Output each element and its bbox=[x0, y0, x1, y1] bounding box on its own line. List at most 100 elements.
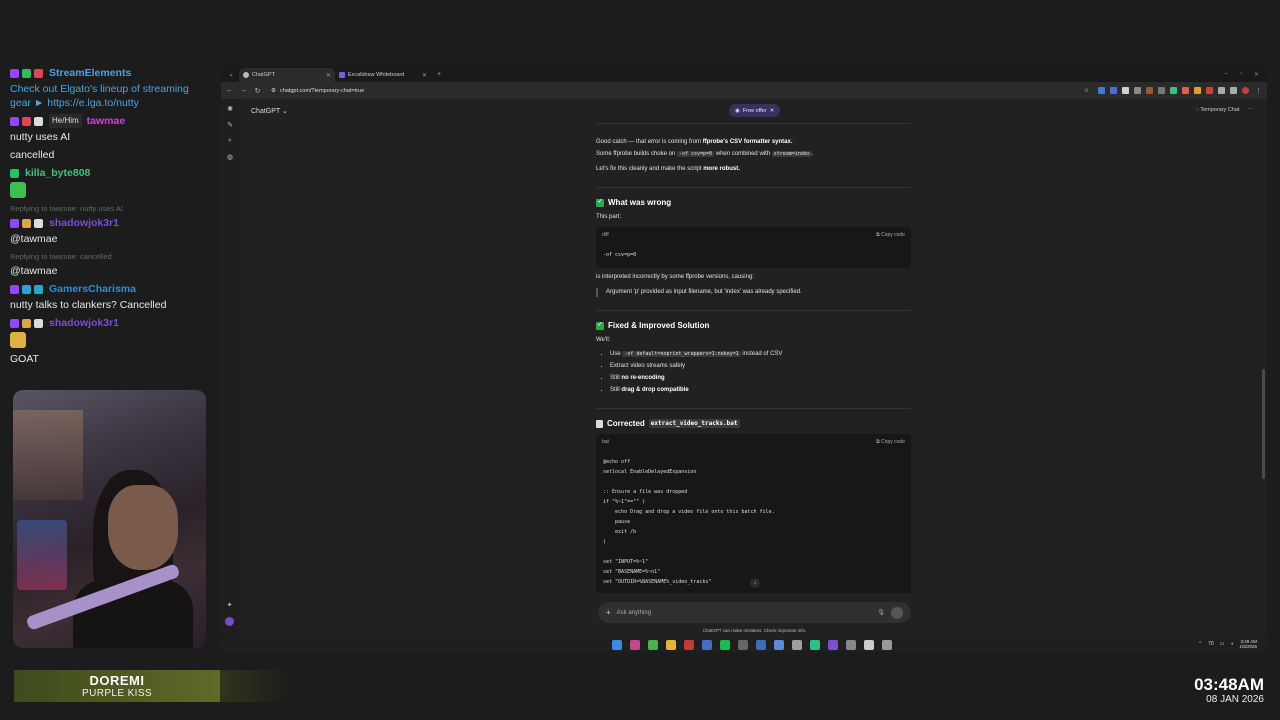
offer-icon: ◉ bbox=[735, 107, 740, 114]
puzzle-icon[interactable] bbox=[1218, 87, 1225, 94]
chat-username[interactable]: shadowjok3r1 bbox=[49, 316, 119, 330]
blockquote: Argument 'p' provided as input filename,… bbox=[596, 288, 911, 297]
openai-logo-icon[interactable]: ✺ bbox=[227, 105, 233, 113]
extension-icon[interactable] bbox=[1170, 87, 1177, 94]
chat-username[interactable]: GamersCharisma bbox=[49, 282, 136, 296]
app-icon[interactable] bbox=[738, 640, 748, 650]
stream-chat: StreamElements Check out Elgato's lineup … bbox=[10, 66, 210, 386]
app-icon[interactable] bbox=[846, 640, 856, 650]
chat-username[interactable]: killa_byte808 bbox=[25, 166, 90, 180]
copy-code-button[interactable]: ⧉ Copy code bbox=[876, 438, 905, 447]
browser-window: ⌄ ChatGPT ✕ Excalidraw Whiteboard ✕ + – … bbox=[221, 66, 1267, 638]
app-icon[interactable] bbox=[828, 640, 838, 650]
clock-date: 08 JAN 2026 bbox=[1206, 694, 1264, 705]
model-selector[interactable]: ChatGPT ⌄ bbox=[251, 107, 288, 115]
now-playing: DOREMI PURPLE KISS bbox=[14, 670, 220, 702]
close-tab-icon[interactable]: ✕ bbox=[326, 72, 331, 79]
extension-icon[interactable] bbox=[1194, 87, 1201, 94]
chatgpt-app: ✺ ✎ ⌕ ◍ ✦ ChatGPT ⌄ ◉ Free offer ✕ ◌ Tem… bbox=[221, 99, 1267, 638]
code-language: diff bbox=[602, 232, 609, 238]
network-icon[interactable]: ▭ bbox=[1220, 641, 1225, 647]
extension-icon[interactable] bbox=[1122, 87, 1129, 94]
close-icon[interactable]: ✕ bbox=[770, 108, 775, 114]
list-item: Still no re-encoding bbox=[610, 374, 911, 383]
chat-badge-icon bbox=[10, 116, 19, 126]
extension-icon[interactable] bbox=[1158, 87, 1165, 94]
app-icon[interactable] bbox=[774, 640, 784, 650]
library-icon[interactable]: ◍ bbox=[227, 153, 233, 161]
chat-badge-icon bbox=[10, 284, 19, 294]
download-icon[interactable] bbox=[1230, 87, 1237, 94]
tray-clock[interactable]: 3:48 AM 1/8/2026 bbox=[1239, 639, 1257, 649]
song-title: DOREMI bbox=[89, 673, 145, 688]
forward-icon[interactable]: → bbox=[239, 86, 248, 95]
response-paragraph: This part: bbox=[596, 214, 622, 220]
free-offer-pill[interactable]: ◉ Free offer ✕ bbox=[729, 104, 781, 117]
site-info-icon[interactable]: ⚙ bbox=[271, 88, 276, 94]
chat-badge-icon bbox=[22, 68, 31, 78]
app-icon[interactable] bbox=[882, 640, 892, 650]
app-icon[interactable] bbox=[684, 640, 694, 650]
start-icon[interactable] bbox=[612, 640, 622, 650]
stream-clock: 03:48AM 08 JAN 2026 bbox=[1194, 676, 1264, 706]
scrollbar[interactable] bbox=[1262, 369, 1265, 479]
app-icon[interactable] bbox=[864, 640, 874, 650]
chat-message-header: shadowjok3r1 bbox=[10, 316, 210, 330]
chat-message-text: @tawmae bbox=[10, 265, 58, 277]
prompt-input[interactable]: Ask anything bbox=[617, 610, 872, 616]
close-tab-icon[interactable]: ✕ bbox=[422, 72, 427, 79]
volume-icon[interactable]: ◖ bbox=[1230, 641, 1233, 647]
assistant-message: Good catch — that error is coming from f… bbox=[596, 123, 911, 593]
tray-overflow-icon[interactable]: ⌃ bbox=[1198, 641, 1202, 647]
chat-username[interactable]: shadowjok3r1 bbox=[49, 216, 119, 230]
app-icon[interactable] bbox=[630, 640, 640, 650]
spotify-icon[interactable] bbox=[720, 640, 730, 650]
response-paragraph: Good catch — that error is coming from f… bbox=[596, 139, 793, 145]
chrome-icon[interactable] bbox=[648, 640, 658, 650]
new-chat-icon[interactable]: ✎ bbox=[227, 121, 233, 129]
temp-chat-toggle[interactable]: ◌ Temporary Chat ⋯ bbox=[1196, 107, 1253, 113]
back-icon[interactable]: ← bbox=[225, 86, 234, 95]
search-icon[interactable]: ⌕ bbox=[228, 137, 232, 145]
extension-icon[interactable] bbox=[1098, 87, 1105, 94]
chat-username[interactable]: StreamElements bbox=[49, 66, 131, 80]
extension-icon[interactable] bbox=[1110, 87, 1117, 94]
chat-username[interactable]: tawmae bbox=[87, 114, 126, 128]
add-attachment-icon[interactable]: + bbox=[606, 608, 611, 617]
new-tab-icon[interactable]: + bbox=[433, 68, 445, 80]
address-bar[interactable]: ⚙ chatgpt.com/?temporary-chat=true ☆ bbox=[267, 84, 1093, 97]
menu-kebab-icon[interactable]: ⋮ bbox=[1254, 86, 1263, 95]
extension-icon[interactable] bbox=[1182, 87, 1189, 94]
copy-icon: ⧉ bbox=[876, 232, 880, 238]
app-icon[interactable] bbox=[810, 640, 820, 650]
maximize-icon[interactable]: ▫ bbox=[1240, 71, 1242, 78]
explorer-icon[interactable] bbox=[666, 640, 676, 650]
profile-avatar[interactable] bbox=[1242, 87, 1249, 94]
tab-excalidraw[interactable]: Excalidraw Whiteboard ✕ bbox=[335, 68, 431, 82]
extension-icon[interactable] bbox=[1206, 87, 1213, 94]
tab-chatgpt[interactable]: ChatGPT ✕ bbox=[239, 68, 335, 82]
extension-icon[interactable] bbox=[1134, 87, 1141, 94]
section-heading: Corrected extract_video_tracks.bat bbox=[596, 419, 911, 428]
tab-search-icon[interactable]: ⌄ bbox=[225, 68, 237, 80]
microphone-icon[interactable]: 🎙 bbox=[877, 609, 885, 616]
composer[interactable]: + Ask anything 🎙 bbox=[598, 602, 911, 623]
system-tray: ⌃ 70 ▭ ◖ 3:48 AM 1/8/2026 bbox=[1198, 639, 1257, 649]
app-icon[interactable] bbox=[702, 640, 712, 650]
voice-mode-button[interactable] bbox=[891, 606, 903, 619]
sparkle-icon[interactable]: ✦ bbox=[227, 601, 233, 609]
reload-icon[interactable]: ↻ bbox=[253, 86, 262, 95]
copy-code-button[interactable]: ⧉ Copy code bbox=[876, 231, 905, 240]
window-close-icon[interactable]: ✕ bbox=[1254, 71, 1259, 78]
chat-badge-icon bbox=[10, 68, 19, 78]
app-icon[interactable] bbox=[756, 640, 766, 650]
app-icon[interactable] bbox=[792, 640, 802, 650]
temp-chat-icon: ◌ bbox=[1195, 107, 1199, 113]
minimize-icon[interactable]: – bbox=[1224, 71, 1227, 78]
chat-message-text: nutty talks to clankers? Cancelled bbox=[10, 299, 167, 311]
extension-icon[interactable] bbox=[1146, 87, 1153, 94]
more-options-icon[interactable]: ⋯ bbox=[1248, 107, 1254, 113]
bookmark-star-icon[interactable]: ☆ bbox=[1084, 88, 1089, 94]
user-avatar[interactable] bbox=[225, 617, 234, 626]
scroll-down-icon[interactable]: ↓ bbox=[750, 578, 760, 588]
